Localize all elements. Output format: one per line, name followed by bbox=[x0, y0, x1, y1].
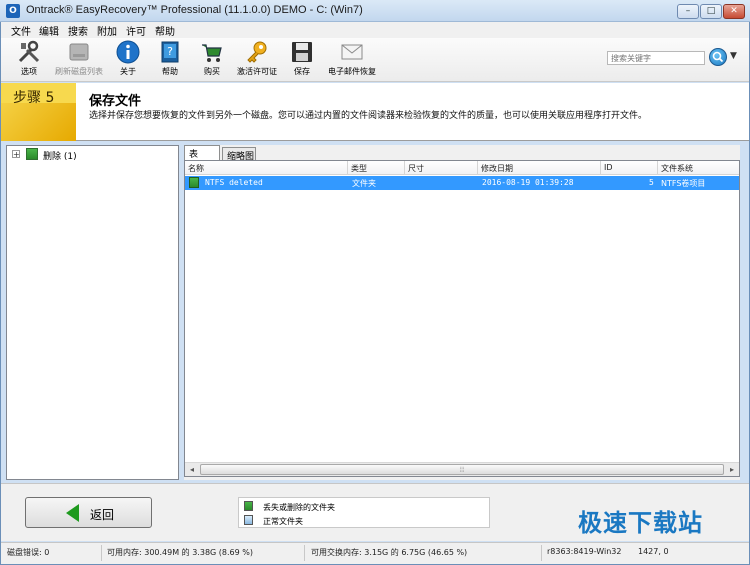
scroll-thumb[interactable]: ⦙⦙⦙ bbox=[200, 464, 724, 475]
back-arrow-icon bbox=[66, 504, 79, 522]
tools-icon bbox=[18, 40, 40, 63]
cell-id: 5 bbox=[649, 178, 654, 187]
options-button[interactable]: 选项 bbox=[1, 38, 57, 80]
toolbar: 选项 刷新磁盘列表 关于 ? 帮助 购买 激活许可证 保存 电子邮件恢复 搜索关… bbox=[1, 38, 749, 82]
deleted-folder-icon bbox=[189, 177, 199, 188]
menu-file[interactable]: 文件 bbox=[11, 23, 31, 38]
search-icon bbox=[712, 51, 724, 63]
status-free-memory: 可用内存: 300.49M 的 3.38G (8.69 %) bbox=[107, 548, 253, 557]
app-logo-icon: O bbox=[6, 4, 20, 18]
save-label: 保存 bbox=[294, 67, 310, 76]
step-title: 保存文件 bbox=[89, 94, 142, 109]
deleted-folder-icon bbox=[244, 501, 253, 511]
pane-splitter[interactable] bbox=[179, 145, 183, 480]
back-button[interactable]: 返回 bbox=[25, 497, 152, 528]
status-build: r8363:8419-Win32 bbox=[547, 547, 622, 556]
folder-legend: 丢失或删除的文件夹 正常文件夹 bbox=[238, 497, 490, 528]
column-name[interactable]: 名称 bbox=[185, 161, 348, 175]
list-header: 名称 类型 尺寸 修改日期 ID 文件系统 bbox=[185, 161, 739, 175]
refresh-disks-button[interactable]: 刷新磁盘列表 bbox=[51, 38, 107, 80]
column-modified[interactable]: 修改日期 bbox=[478, 161, 601, 175]
column-size[interactable]: 尺寸 bbox=[405, 161, 478, 175]
tree-item-deleted[interactable]: 删除 (1) bbox=[43, 149, 77, 162]
cell-type: 文件夹 bbox=[352, 179, 376, 188]
folder-tree[interactable]: + 删除 (1) bbox=[6, 145, 179, 480]
horizontal-scrollbar[interactable]: ◂ ⦙⦙⦙ ▸ bbox=[185, 462, 739, 476]
cell-filesystem: NTFS卷项目 bbox=[661, 179, 706, 188]
table-row[interactable]: NTFS deleted 文件夹 2016-08-19 01:39:28 5 N… bbox=[185, 176, 739, 190]
disk-refresh-icon bbox=[69, 43, 89, 61]
email-icon bbox=[341, 44, 363, 60]
search-options-dropdown[interactable]: ▼ bbox=[730, 51, 737, 61]
wizard-footer: 返回 丢失或删除的文件夹 正常文件夹 极速下载站 bbox=[1, 483, 749, 541]
scroll-left-arrow[interactable]: ◂ bbox=[185, 463, 199, 476]
key-icon bbox=[247, 41, 267, 63]
back-button-label: 返回 bbox=[90, 508, 115, 522]
step-number: 步骤 5 bbox=[13, 90, 55, 106]
title-bar[interactable]: O Ontrack® EasyRecovery™ Professional (1… bbox=[0, 0, 750, 22]
legend-normal-folder: 正常文件夹 bbox=[263, 517, 303, 526]
save-button[interactable]: 保存 bbox=[274, 38, 330, 80]
column-type[interactable]: 类型 bbox=[348, 161, 405, 175]
menu-search[interactable]: 搜索 bbox=[68, 23, 88, 38]
window-title: Ontrack® EasyRecovery™ Professional (11.… bbox=[26, 4, 363, 16]
file-list[interactable]: 名称 类型 尺寸 修改日期 ID 文件系统 NTFS deleted 文件夹 2… bbox=[184, 160, 740, 477]
email-recovery-label: 电子邮件恢复 bbox=[328, 67, 376, 76]
site-watermark: 极速下载站 bbox=[578, 509, 703, 537]
status-separator bbox=[101, 545, 102, 561]
status-count: 1427, 0 bbox=[638, 547, 669, 556]
maximize-button[interactable]: □ bbox=[700, 4, 722, 19]
email-recovery-button[interactable]: 电子邮件恢复 bbox=[324, 38, 380, 80]
search-button[interactable] bbox=[709, 48, 727, 66]
normal-folder-icon bbox=[244, 515, 253, 525]
menu-license[interactable]: 许可 bbox=[126, 23, 146, 38]
tree-expand-toggle[interactable]: + bbox=[12, 150, 20, 159]
status-free-swap: 可用交换内存: 3.15G 的 6.75G (46.65 %) bbox=[311, 548, 468, 557]
cell-name: NTFS deleted bbox=[205, 178, 263, 187]
menu-help[interactable]: 帮助 bbox=[155, 23, 175, 38]
help-book-icon: ? bbox=[161, 41, 179, 63]
legend-deleted-folder: 丢失或删除的文件夹 bbox=[263, 503, 335, 512]
cell-modified: 2016-08-19 01:39:28 bbox=[482, 178, 574, 187]
close-button[interactable]: ✕ bbox=[723, 4, 745, 19]
menu-bar: 文件 编辑 搜索 附加 许可 帮助 bbox=[1, 22, 749, 38]
info-icon bbox=[116, 40, 140, 64]
minimize-button[interactable]: – bbox=[677, 4, 699, 19]
step-description: 选择并保存您想要恢复的文件到另外一个磁盘。您可以通过内置的文件阅读器来检验恢复的… bbox=[89, 111, 648, 121]
menu-extras[interactable]: 附加 bbox=[97, 23, 117, 38]
menu-edit[interactable]: 编辑 bbox=[39, 23, 59, 38]
refresh-disks-label: 刷新磁盘列表 bbox=[55, 67, 103, 76]
save-icon bbox=[292, 42, 312, 62]
status-disk-errors: 磁盘错误: 0 bbox=[7, 548, 50, 557]
tab-thumbnails[interactable]: 缩略图 bbox=[222, 147, 256, 162]
tab-table[interactable]: 表 bbox=[184, 145, 220, 161]
status-separator bbox=[541, 545, 542, 561]
status-separator bbox=[304, 545, 305, 561]
status-bar: 磁盘错误: 0 可用内存: 300.49M 的 3.38G (8.69 %) 可… bbox=[1, 542, 749, 564]
scroll-right-arrow[interactable]: ▸ bbox=[725, 463, 739, 476]
svg-text:?: ? bbox=[167, 45, 173, 58]
options-label: 选项 bbox=[21, 67, 37, 76]
step-banner: 步骤 5 保存文件 选择并保存您想要恢复的文件到另外一个磁盘。您可以通过内置的文… bbox=[1, 83, 749, 141]
column-filesystem[interactable]: 文件系统 bbox=[658, 161, 739, 175]
deleted-folder-icon bbox=[26, 148, 38, 160]
column-id[interactable]: ID bbox=[601, 161, 658, 175]
cart-icon bbox=[202, 44, 222, 62]
search-input[interactable] bbox=[607, 51, 705, 65]
